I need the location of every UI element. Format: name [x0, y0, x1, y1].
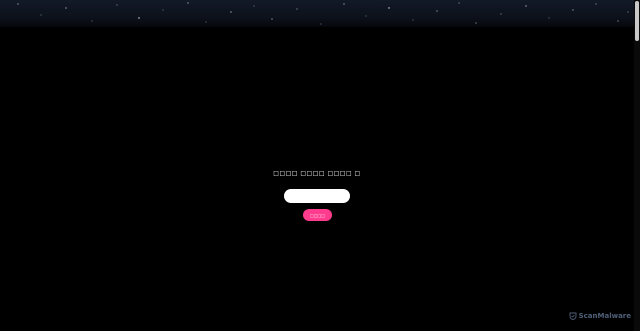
question-text: □□□□ □□□□ □□□□ □ — [273, 170, 361, 177]
scanmalware-logo-icon — [569, 312, 577, 320]
star-pattern — [17, 2, 629, 25]
submit-button[interactable]: □□□□ — [303, 209, 332, 221]
answer-input[interactable] — [284, 189, 350, 203]
vertical-scrollbar[interactable] — [634, 0, 640, 331]
starfield-header — [0, 0, 634, 27]
main-content: □□□□ □□□□ □□□□ □ □□□□ — [0, 27, 634, 331]
scrollbar-thumb[interactable] — [635, 1, 639, 41]
watermark-text: ScanMalware — [578, 312, 631, 320]
watermark: ScanMalware — [569, 312, 631, 320]
